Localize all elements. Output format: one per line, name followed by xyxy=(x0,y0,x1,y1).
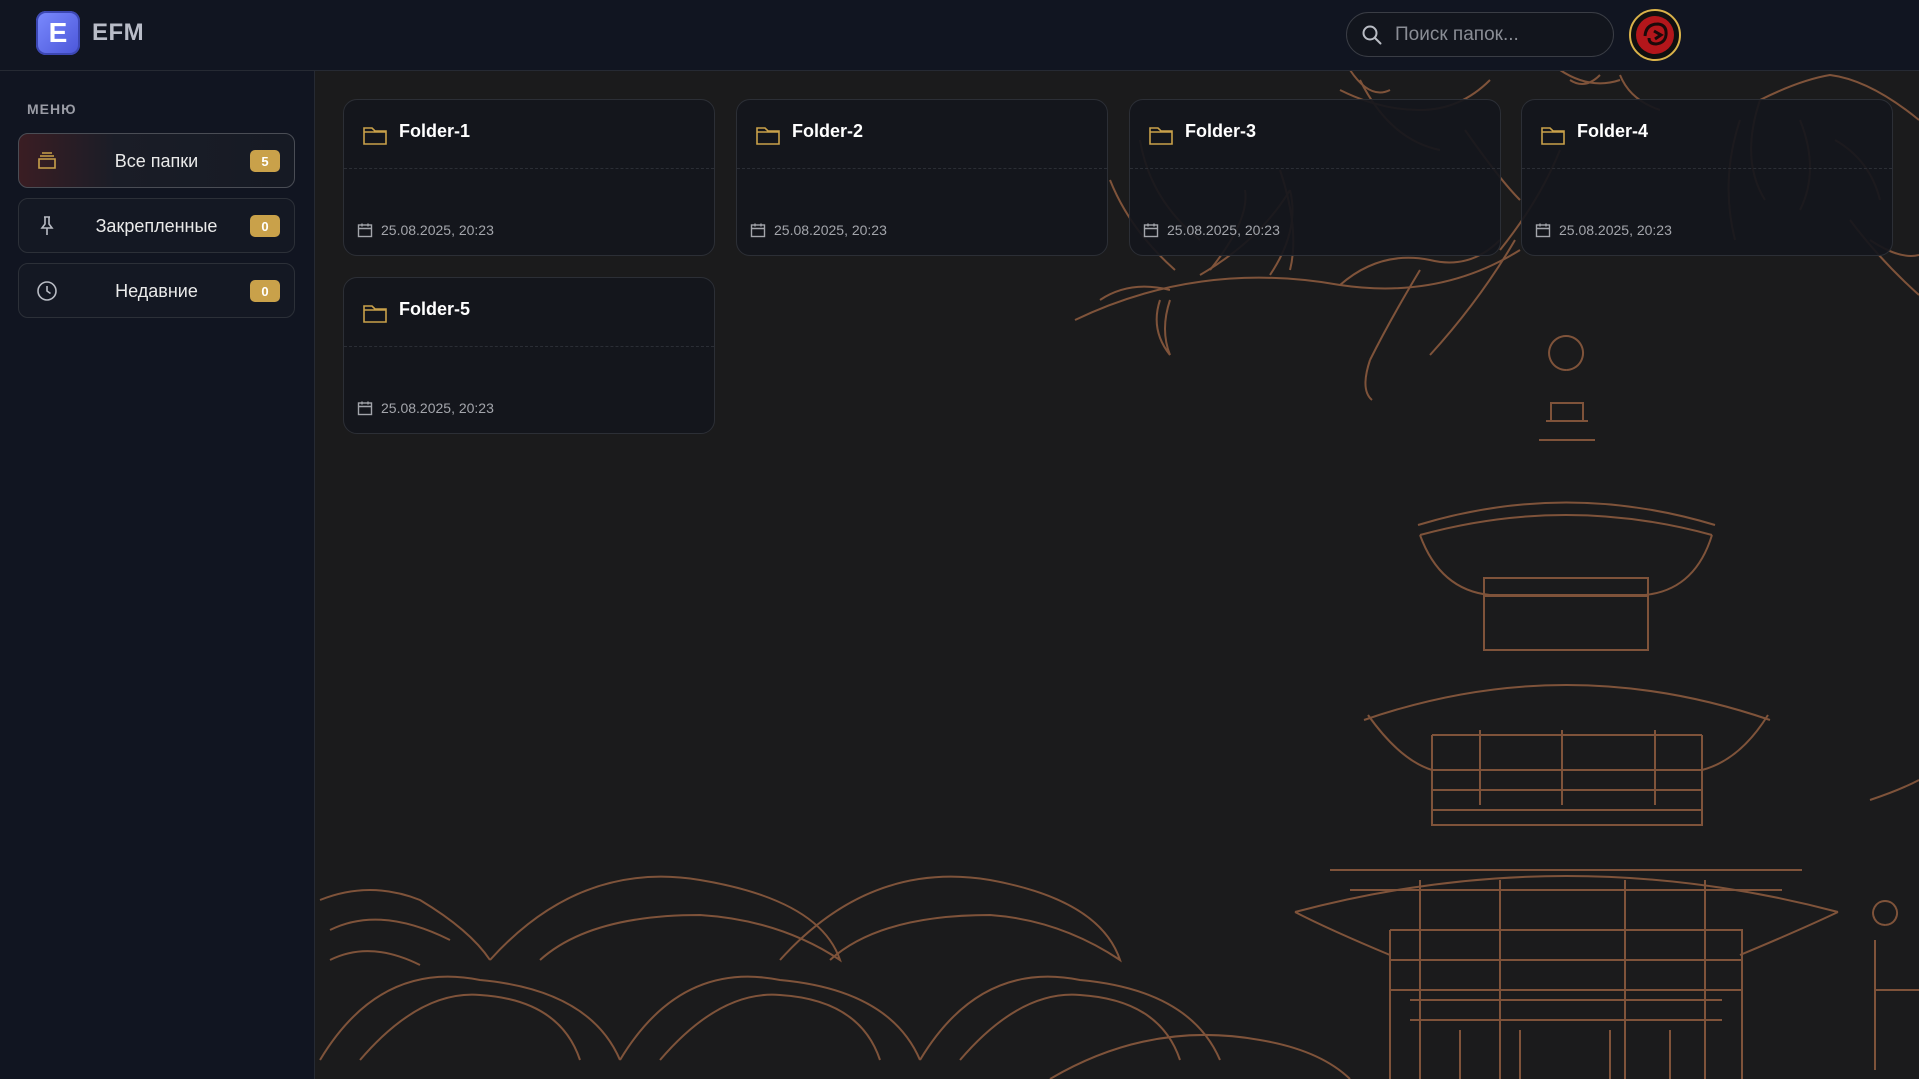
user-avatar[interactable] xyxy=(1629,9,1681,61)
folder-date: 25.08.2025, 20:23 xyxy=(381,222,494,238)
folder-name: Folder-1 xyxy=(399,121,471,141)
count-badge: 0 xyxy=(250,215,280,237)
folder-icon xyxy=(1541,127,1565,145)
app-logo[interactable]: E EFM xyxy=(36,11,144,55)
card-divider xyxy=(344,168,714,169)
calendar-icon xyxy=(750,223,766,238)
folder-card[interactable]: Folder-2 25.08.2025, 20:23 xyxy=(736,99,1108,256)
avatar-logo-icon xyxy=(1636,16,1674,54)
app-name: EFM xyxy=(92,19,145,46)
search-box[interactable] xyxy=(1346,12,1614,57)
folder-date: 25.08.2025, 20:23 xyxy=(381,400,494,416)
sidebar-item-all-folders[interactable]: Все папки 5 xyxy=(18,133,295,188)
sidebar-item-recent[interactable]: Недавние 0 xyxy=(18,263,295,318)
calendar-icon xyxy=(357,401,373,416)
calendar-icon xyxy=(1535,223,1551,238)
folder-card[interactable]: Folder-1 25.08.2025, 20:23 xyxy=(343,99,715,256)
card-divider xyxy=(344,346,714,347)
top-bar: E EFM xyxy=(0,0,1919,71)
folder-icon xyxy=(363,127,387,145)
card-divider xyxy=(1130,168,1500,169)
folder-date: 25.08.2025, 20:23 xyxy=(1559,222,1672,238)
folder-name: Folder-3 xyxy=(1185,121,1257,141)
folder-date: 25.08.2025, 20:23 xyxy=(774,222,887,238)
calendar-icon xyxy=(1143,223,1159,238)
card-divider xyxy=(1522,168,1892,169)
folder-name: Folder-2 xyxy=(792,121,864,141)
folder-name: Folder-4 xyxy=(1577,121,1649,141)
calendar-icon xyxy=(357,223,373,238)
search-icon xyxy=(1362,25,1382,44)
search-input[interactable] xyxy=(1393,22,1597,47)
folder-date: 25.08.2025, 20:23 xyxy=(1167,222,1280,238)
folder-icon xyxy=(1149,127,1173,145)
folder-card[interactable]: Folder-5 25.08.2025, 20:23 xyxy=(343,277,715,434)
folder-icon xyxy=(363,305,387,323)
count-badge: 5 xyxy=(250,150,280,172)
folder-card[interactable]: Folder-3 25.08.2025, 20:23 xyxy=(1129,99,1501,256)
count-badge: 0 xyxy=(250,280,280,302)
folder-name: Folder-5 xyxy=(399,299,471,319)
menu-title: МЕНЮ xyxy=(27,101,77,117)
sidebar-item-pinned[interactable]: Закрепленные 0 xyxy=(18,198,295,253)
logo-icon: E xyxy=(36,11,80,55)
folder-card[interactable]: Folder-4 25.08.2025, 20:23 xyxy=(1521,99,1893,256)
sidebar: МЕНЮ Все папки 5 Закрепленные 0 Недавние… xyxy=(0,71,315,1079)
folder-icon xyxy=(756,127,780,145)
card-divider xyxy=(737,168,1107,169)
